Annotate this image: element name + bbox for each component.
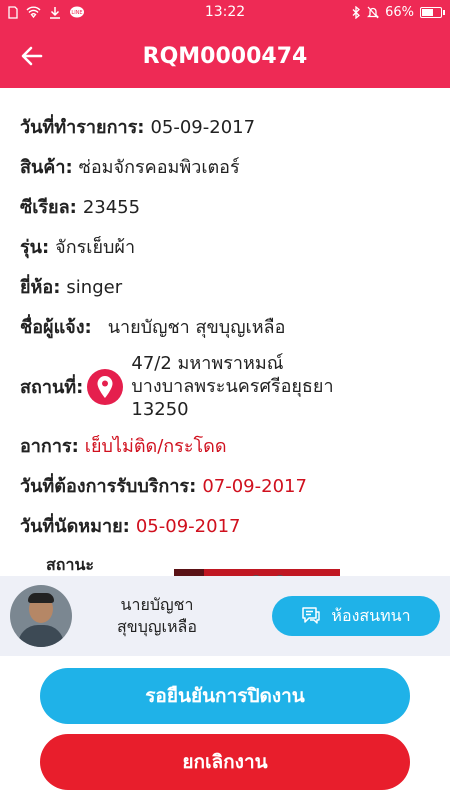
- avatar-shirt: [18, 625, 64, 647]
- user-panel: นายบัญชา สุขบุญเหลือ ห้องสนทนา: [0, 576, 450, 656]
- reporter-value: นายบัญชา สุขบุญเหลือ: [107, 317, 286, 338]
- avatar[interactable]: [10, 585, 72, 647]
- photo-frame-shadow: [174, 569, 204, 576]
- service-date-label: วันที่ต้องการรับบริการ:: [20, 476, 197, 497]
- map-pin-button[interactable]: [87, 368, 124, 405]
- brand-value: singer: [66, 277, 123, 298]
- serial-value: 23455: [82, 197, 141, 218]
- model-value: จักรเย็บผ้า: [55, 237, 136, 258]
- transaction-date-value: 05-09-2017: [150, 117, 256, 138]
- chat-icon: [302, 607, 321, 624]
- address-line-1: 47/2 มหาพราหมณ์: [131, 353, 284, 374]
- transaction-date-row: วันที่ทำรายการ: 05-09-2017: [20, 112, 430, 141]
- status-right-icons: 66%: [352, 0, 445, 24]
- appointment-row: วันที่นัดหมาย: 05-09-2017: [20, 511, 430, 540]
- symptom-value: เย็บไม่ติด/กระโดด: [84, 436, 227, 457]
- product-row: สินค้า: ซ่อมจักรคอมพิวเตอร์: [20, 152, 430, 181]
- serial-label: ซีเรียล:: [20, 197, 77, 218]
- status-label: สถานะ: [46, 555, 94, 574]
- machine-photo[interactable]: [174, 569, 340, 576]
- chat-room-button[interactable]: ห้องสนทนา: [272, 596, 440, 636]
- appointment-label: วันที่นัดหมาย:: [20, 516, 130, 537]
- status-bar: LINE 13:22 66%: [0, 0, 450, 24]
- location-address: 47/2 มหาพราหมณ์ บางบาลพระนครศรีอยุธยา 13…: [131, 352, 333, 421]
- location-row: สถานที่: 47/2 มหาพราหมณ์ บางบาลพระนครศรี…: [20, 352, 430, 421]
- brand-row: ยี่ห้อ: singer: [20, 272, 430, 301]
- battery-percent: 66%: [385, 4, 414, 20]
- arrow-left-icon: [21, 46, 43, 66]
- serial-row: ซีเรียล: 23455: [20, 192, 430, 221]
- mute-bell-icon: [367, 6, 380, 18]
- chat-room-label: ห้องสนทนา: [331, 605, 411, 625]
- map-pin-icon: [97, 375, 113, 398]
- address-line-3: 13250: [131, 399, 189, 420]
- reporter-row: ชื่อผู้แจ้ง: นายบัญชา สุขบุญเหลือ: [20, 312, 430, 341]
- bluetooth-icon: [352, 5, 361, 19]
- confirm-close-label: รอยืนยันการปิดงาน: [145, 685, 305, 707]
- symptom-label: อาการ:: [20, 436, 79, 457]
- back-button[interactable]: [0, 24, 64, 88]
- location-label: สถานที่:: [20, 377, 84, 398]
- confirm-close-button[interactable]: รอยืนยันการปิดงาน: [40, 668, 410, 724]
- cancel-job-label: ยกเลิกงาน: [182, 751, 268, 773]
- brand-label: ยี่ห้อ:: [20, 277, 61, 298]
- user-name: นายบัญชา สุขบุญเหลือ: [82, 594, 232, 638]
- status-section: สถานะ: [20, 551, 430, 576]
- avatar-hair: [28, 593, 54, 603]
- service-date-row: วันที่ต้องการรับบริการ: 07-09-2017: [20, 471, 430, 500]
- transaction-date-label: วันที่ทำรายการ:: [20, 117, 145, 138]
- appointment-value: 05-09-2017: [135, 516, 241, 537]
- symptom-row: อาการ: เย็บไม่ติด/กระโดด: [20, 431, 430, 460]
- user-name-line-2: สุขบุญเหลือ: [117, 617, 197, 636]
- battery-fill: [422, 8, 433, 16]
- model-label: รุ่น:: [20, 237, 50, 258]
- product-label: สินค้า:: [20, 157, 73, 178]
- product-value: ซ่อมจักรคอมพิวเตอร์: [78, 157, 240, 178]
- cancel-job-button[interactable]: ยกเลิกงาน: [40, 734, 410, 790]
- user-name-line-1: นายบัญชา: [120, 595, 194, 614]
- page-title: RQM0000474: [142, 43, 308, 69]
- address-line-2: บางบาลพระนครศรีอยุธยา: [131, 376, 334, 397]
- battery-icon: [420, 6, 445, 18]
- model-row: รุ่น: จักรเย็บผ้า: [20, 232, 430, 261]
- request-details: วันที่ทำรายการ: 05-09-2017 สินค้า: ซ่อมจ…: [0, 88, 450, 576]
- service-date-value: 07-09-2017: [202, 476, 307, 497]
- app-bar: RQM0000474: [0, 24, 450, 88]
- reporter-label: ชื่อผู้แจ้ง:: [20, 317, 92, 338]
